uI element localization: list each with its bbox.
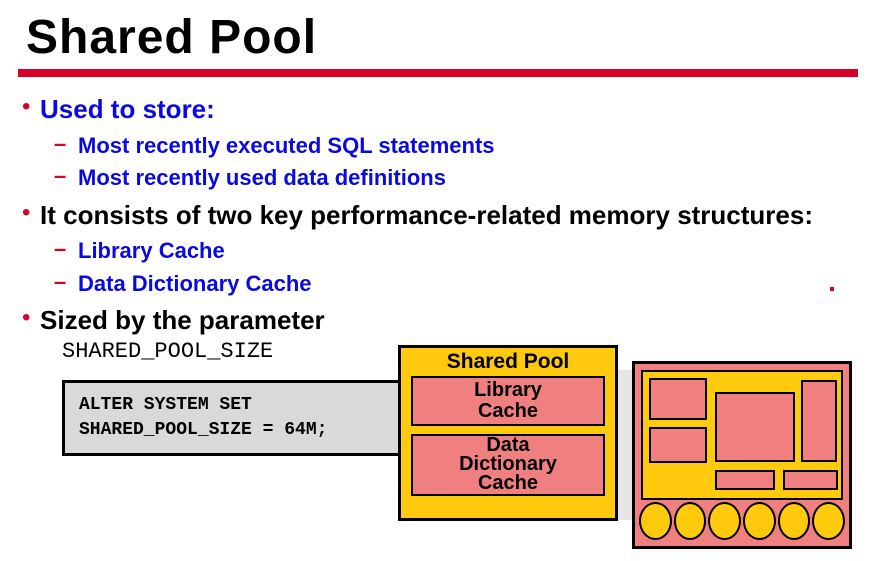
libcache-line2: Cache xyxy=(478,400,538,422)
data-dictionary-cache-box: Data Dictionary Cache xyxy=(411,434,605,496)
mem-block xyxy=(783,470,838,490)
libcache-line1: Library xyxy=(474,379,542,401)
bullet-consists-of: It consists of two key performance-relat… xyxy=(18,199,856,299)
code-line-1: ALTER SYSTEM SET xyxy=(79,393,393,418)
code-box: ALTER SYSTEM SET SHARED_POOL_SIZE = 64M; xyxy=(62,380,410,456)
sub-list: Library Cache Data Dictionary Cache xyxy=(40,237,856,298)
buffer-oval xyxy=(778,502,811,540)
buffer-oval xyxy=(812,502,845,540)
sub-text: Most recently executed SQL statements xyxy=(78,132,856,161)
log-buffer-row xyxy=(639,502,845,540)
bullet-text: It consists of two key performance-relat… xyxy=(40,199,856,232)
sga-memory-box xyxy=(632,361,852,549)
sub-data-definitions: Most recently used data definitions xyxy=(50,164,856,193)
sub-sql-statements: Most recently executed SQL statements xyxy=(50,132,856,161)
sub-library-cache: Library Cache xyxy=(50,237,856,266)
memory-region xyxy=(641,370,843,500)
buffer-oval xyxy=(674,502,707,540)
mem-block xyxy=(715,470,775,490)
bullet-text: Sized by the parameter xyxy=(40,304,856,337)
sub-text: Most recently used data definitions xyxy=(78,164,856,193)
shared-pool-box-title: Shared Pool xyxy=(401,348,615,376)
mem-block xyxy=(649,378,707,420)
mem-block xyxy=(801,380,837,462)
library-cache-box: Library Cache xyxy=(411,376,605,426)
title-underline xyxy=(18,69,858,77)
bullet-text: Used to store: xyxy=(40,93,856,126)
slide-title: Shared Pool xyxy=(0,0,874,69)
mem-block xyxy=(715,392,795,462)
content-area: Used to store: Most recently executed SQ… xyxy=(0,87,874,456)
buffer-oval xyxy=(708,502,741,540)
sub-data-dictionary-cache: Data Dictionary Cache xyxy=(50,270,856,299)
buffer-oval xyxy=(743,502,776,540)
code-line-2: SHARED_POOL_SIZE = 64M; xyxy=(79,418,393,443)
sub-text: Library Cache xyxy=(78,237,856,266)
shared-pool-diagram: Shared Pool Library Cache Data Dictionar… xyxy=(398,345,858,555)
shared-pool-box: Shared Pool Library Cache Data Dictionar… xyxy=(398,345,618,521)
mem-block xyxy=(649,427,707,463)
stray-dot xyxy=(830,287,834,291)
bullet-used-to-store: Used to store: Most recently executed SQ… xyxy=(18,93,856,193)
ddcache-line3: Cache xyxy=(478,472,538,494)
sub-list: Most recently executed SQL statements Mo… xyxy=(40,132,856,193)
buffer-oval xyxy=(639,502,672,540)
sub-text: Data Dictionary Cache xyxy=(78,270,856,299)
